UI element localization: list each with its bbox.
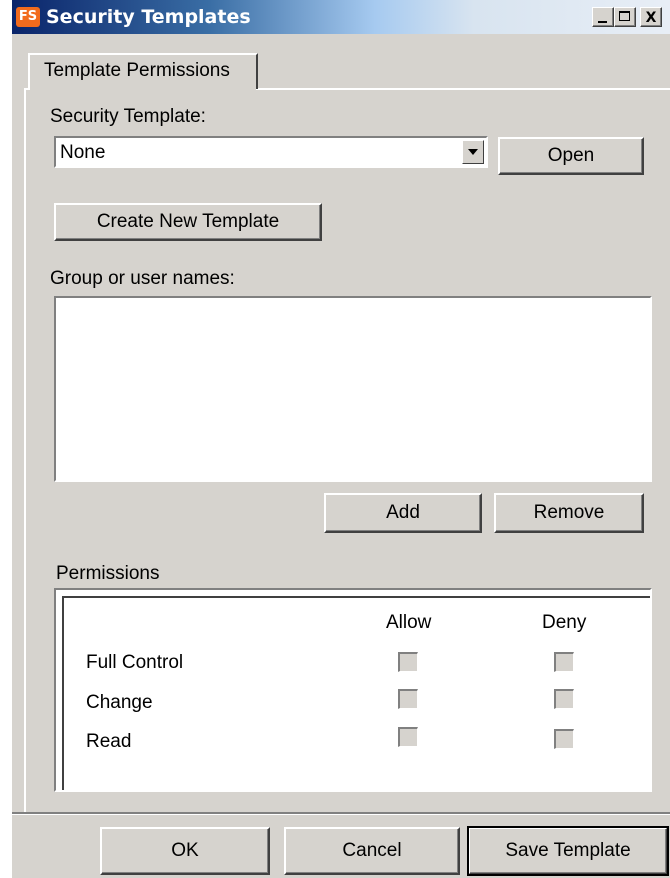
footer-separator <box>12 812 670 815</box>
deny-header: Deny <box>542 612 587 633</box>
permission-row-label-change: Change <box>86 692 153 713</box>
permissions-frame: Allow Deny Full Control Change Read <box>62 596 650 790</box>
minimize-button[interactable] <box>592 7 614 27</box>
close-button[interactable]: X <box>640 7 662 27</box>
ok-button-label: OK <box>171 840 199 861</box>
fs-app-icon: FS <box>16 7 40 27</box>
permission-row-label-read: Read <box>86 731 132 752</box>
permissions-label: Permissions <box>56 563 160 584</box>
full-control-deny-checkbox[interactable] <box>554 652 574 672</box>
ok-button[interactable]: OK <box>100 827 270 875</box>
security-template-value: None <box>60 142 106 163</box>
create-new-template-button[interactable]: Create New Template <box>54 203 322 241</box>
permission-row-label-full-control: Full Control <box>86 652 184 673</box>
allow-header: Allow <box>386 612 432 633</box>
security-templates-window: FS Security Templates X Template Permiss… <box>10 0 670 878</box>
open-button-label: Open <box>547 145 595 166</box>
cancel-button[interactable]: Cancel <box>284 827 460 875</box>
combo-dropdown-button[interactable] <box>462 140 484 164</box>
add-button-label: Add <box>386 502 420 523</box>
save-template-button-label: Save Template <box>505 840 631 861</box>
maximize-button[interactable] <box>614 7 636 27</box>
tab-join <box>30 86 256 90</box>
change-deny-checkbox[interactable] <box>554 689 574 709</box>
window-title: Security Templates <box>46 6 251 28</box>
add-button[interactable]: Add <box>324 493 482 533</box>
close-icon: X <box>645 10 657 26</box>
full-control-allow-checkbox[interactable] <box>398 652 418 672</box>
group-user-list[interactable] <box>54 296 652 482</box>
permissions-group: Allow Deny Full Control Change Read <box>54 588 652 792</box>
save-template-button[interactable]: Save Template <box>467 826 669 876</box>
chevron-down-icon <box>468 149 478 155</box>
read-deny-checkbox[interactable] <box>554 729 574 749</box>
tab-label: Template Permissions <box>44 60 230 81</box>
remove-button[interactable]: Remove <box>494 493 644 533</box>
create-new-template-label: Create New Template <box>96 211 280 232</box>
read-allow-checkbox[interactable] <box>398 727 418 747</box>
maximize-icon <box>619 11 630 21</box>
remove-button-label: Remove <box>533 502 605 523</box>
security-template-label: Security Template: <box>50 106 206 127</box>
change-allow-checkbox[interactable] <box>398 689 418 709</box>
security-template-combo[interactable]: None <box>54 136 488 168</box>
open-button[interactable]: Open <box>498 137 644 175</box>
minimize-icon <box>598 21 607 23</box>
group-user-names-label: Group or user names: <box>50 268 235 289</box>
title-bar[interactable]: FS Security Templates X <box>12 0 670 34</box>
cancel-button-label: Cancel <box>342 840 402 861</box>
tab-template-permissions[interactable]: Template Permissions <box>28 53 258 89</box>
